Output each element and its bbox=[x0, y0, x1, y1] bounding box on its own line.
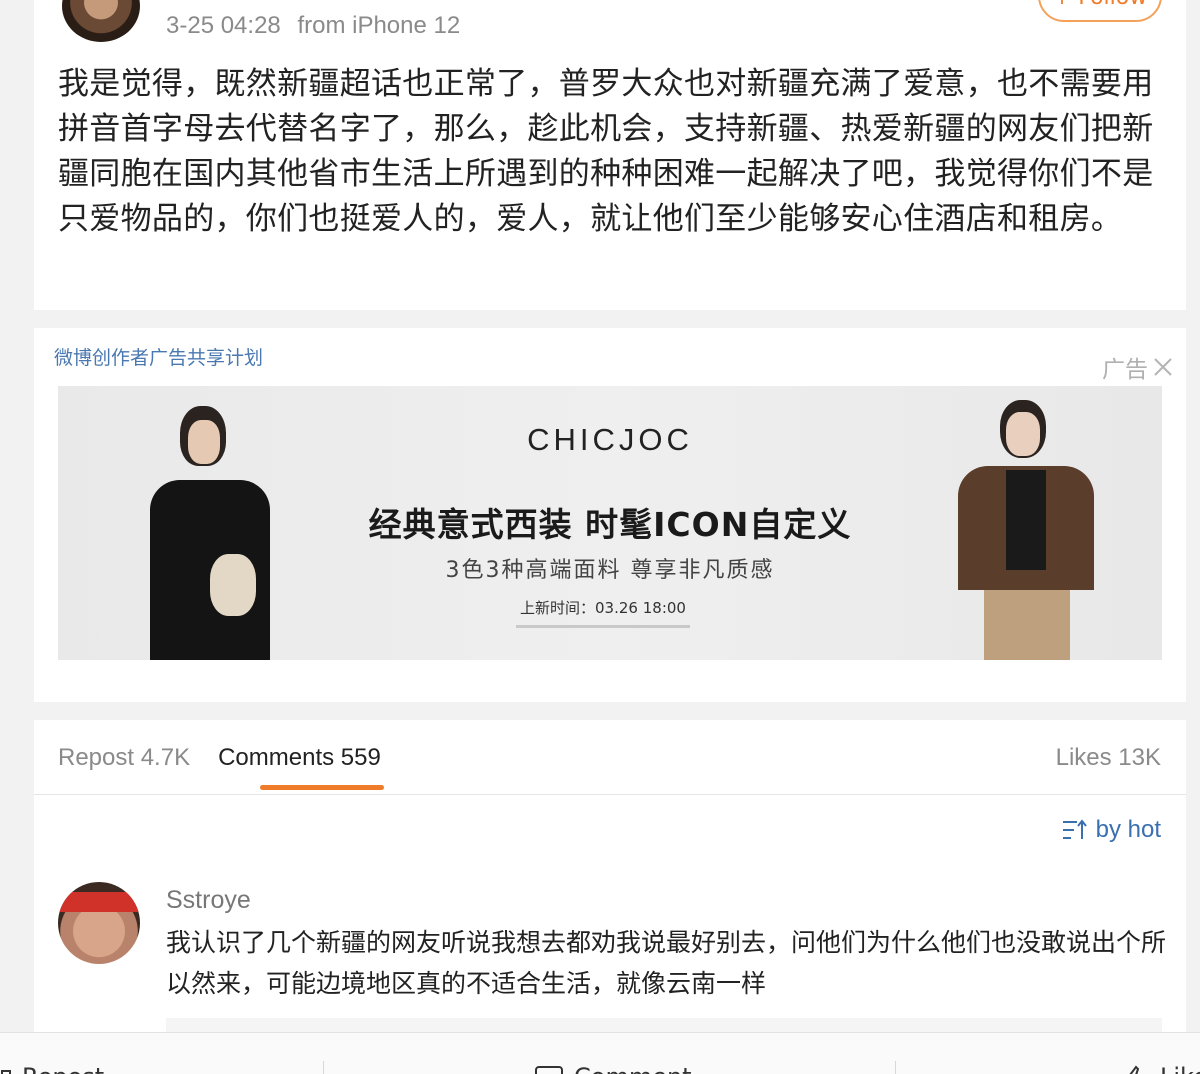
ad-program-link[interactable]: 微博创作者广告共享计划 bbox=[54, 343, 263, 370]
comments-card: Repost 4.7K Comments 559 Likes 13K by ho… bbox=[34, 720, 1186, 1040]
thumbs-up-icon bbox=[1123, 1065, 1148, 1074]
ad-banner[interactable]: CHICJOC 经典意式西装 时髦ICON自定义 3色3种高端面料 尊享非凡质感… bbox=[58, 386, 1162, 660]
ad-subline: 3色3种高端面料 尊享非凡质感 bbox=[445, 558, 775, 583]
post-card: 3-25 04:28 from iPhone 12 + Follow 我是觉得，… bbox=[34, 0, 1186, 310]
repost-button[interactable]: Repost bbox=[0, 1063, 104, 1074]
comment-button[interactable]: Comment bbox=[534, 1063, 692, 1074]
post-source: from iPhone 12 bbox=[297, 12, 461, 39]
repost-icon bbox=[1, 1070, 11, 1074]
like-label: Like bbox=[1160, 1063, 1200, 1074]
follow-button[interactable]: + Follow bbox=[1038, 0, 1162, 22]
author-avatar[interactable] bbox=[62, 0, 140, 42]
comment-icon bbox=[535, 1066, 563, 1074]
sort-label: by hot bbox=[1095, 816, 1161, 843]
bottom-toolbar: Repost Comment Like bbox=[0, 1032, 1200, 1074]
repost-label: Repost bbox=[22, 1063, 104, 1074]
tab-likes[interactable]: Likes 13K bbox=[1056, 744, 1161, 772]
sort-icon bbox=[1062, 819, 1087, 839]
comment-text: 我认识了几个新疆的网友听说我想去都劝我说最好别去，问他们为什么他们也没敢说出个所… bbox=[166, 928, 1167, 998]
ad-card: 微博创作者广告共享计划 广告 CHICJOC 经典意式西装 时髦ICON自定义 … bbox=[34, 328, 1186, 702]
sort-button[interactable]: by hot bbox=[1062, 816, 1161, 844]
commenter-name[interactable]: Sstroye bbox=[166, 886, 251, 915]
ad-brand: CHICJOC bbox=[527, 422, 693, 457]
ad-headline: 经典意式西装 时髦ICON自定义 bbox=[368, 505, 852, 544]
toolbar-separator bbox=[895, 1061, 896, 1074]
divider bbox=[34, 794, 1186, 795]
ad-tag-label: 广告 bbox=[1102, 357, 1148, 383]
tab-bar: Repost 4.7K Comments 559 bbox=[58, 744, 381, 772]
comment-label: Comment bbox=[574, 1063, 692, 1074]
post-time: 3-25 04:28 bbox=[166, 12, 281, 39]
ad-tag[interactable]: 广告 bbox=[1102, 350, 1174, 384]
tab-repost[interactable]: Repost 4.7K bbox=[58, 744, 190, 772]
tab-comments[interactable]: Comments 559 bbox=[218, 744, 381, 772]
post-text: 我是觉得，既然新疆超话也正常了，普罗大众也对新疆充满了爱意，也不需要用拼音首字母… bbox=[58, 66, 1154, 237]
commenter-avatar[interactable] bbox=[58, 882, 140, 964]
post-meta: 3-25 04:28 from iPhone 12 bbox=[166, 12, 460, 40]
active-tab-indicator bbox=[260, 785, 384, 790]
like-button[interactable]: Like bbox=[1120, 1063, 1200, 1074]
close-icon[interactable] bbox=[1152, 356, 1174, 378]
ad-release-time: 上新时间：03.26 18:00 bbox=[516, 596, 690, 628]
toolbar-separator bbox=[323, 1061, 324, 1074]
